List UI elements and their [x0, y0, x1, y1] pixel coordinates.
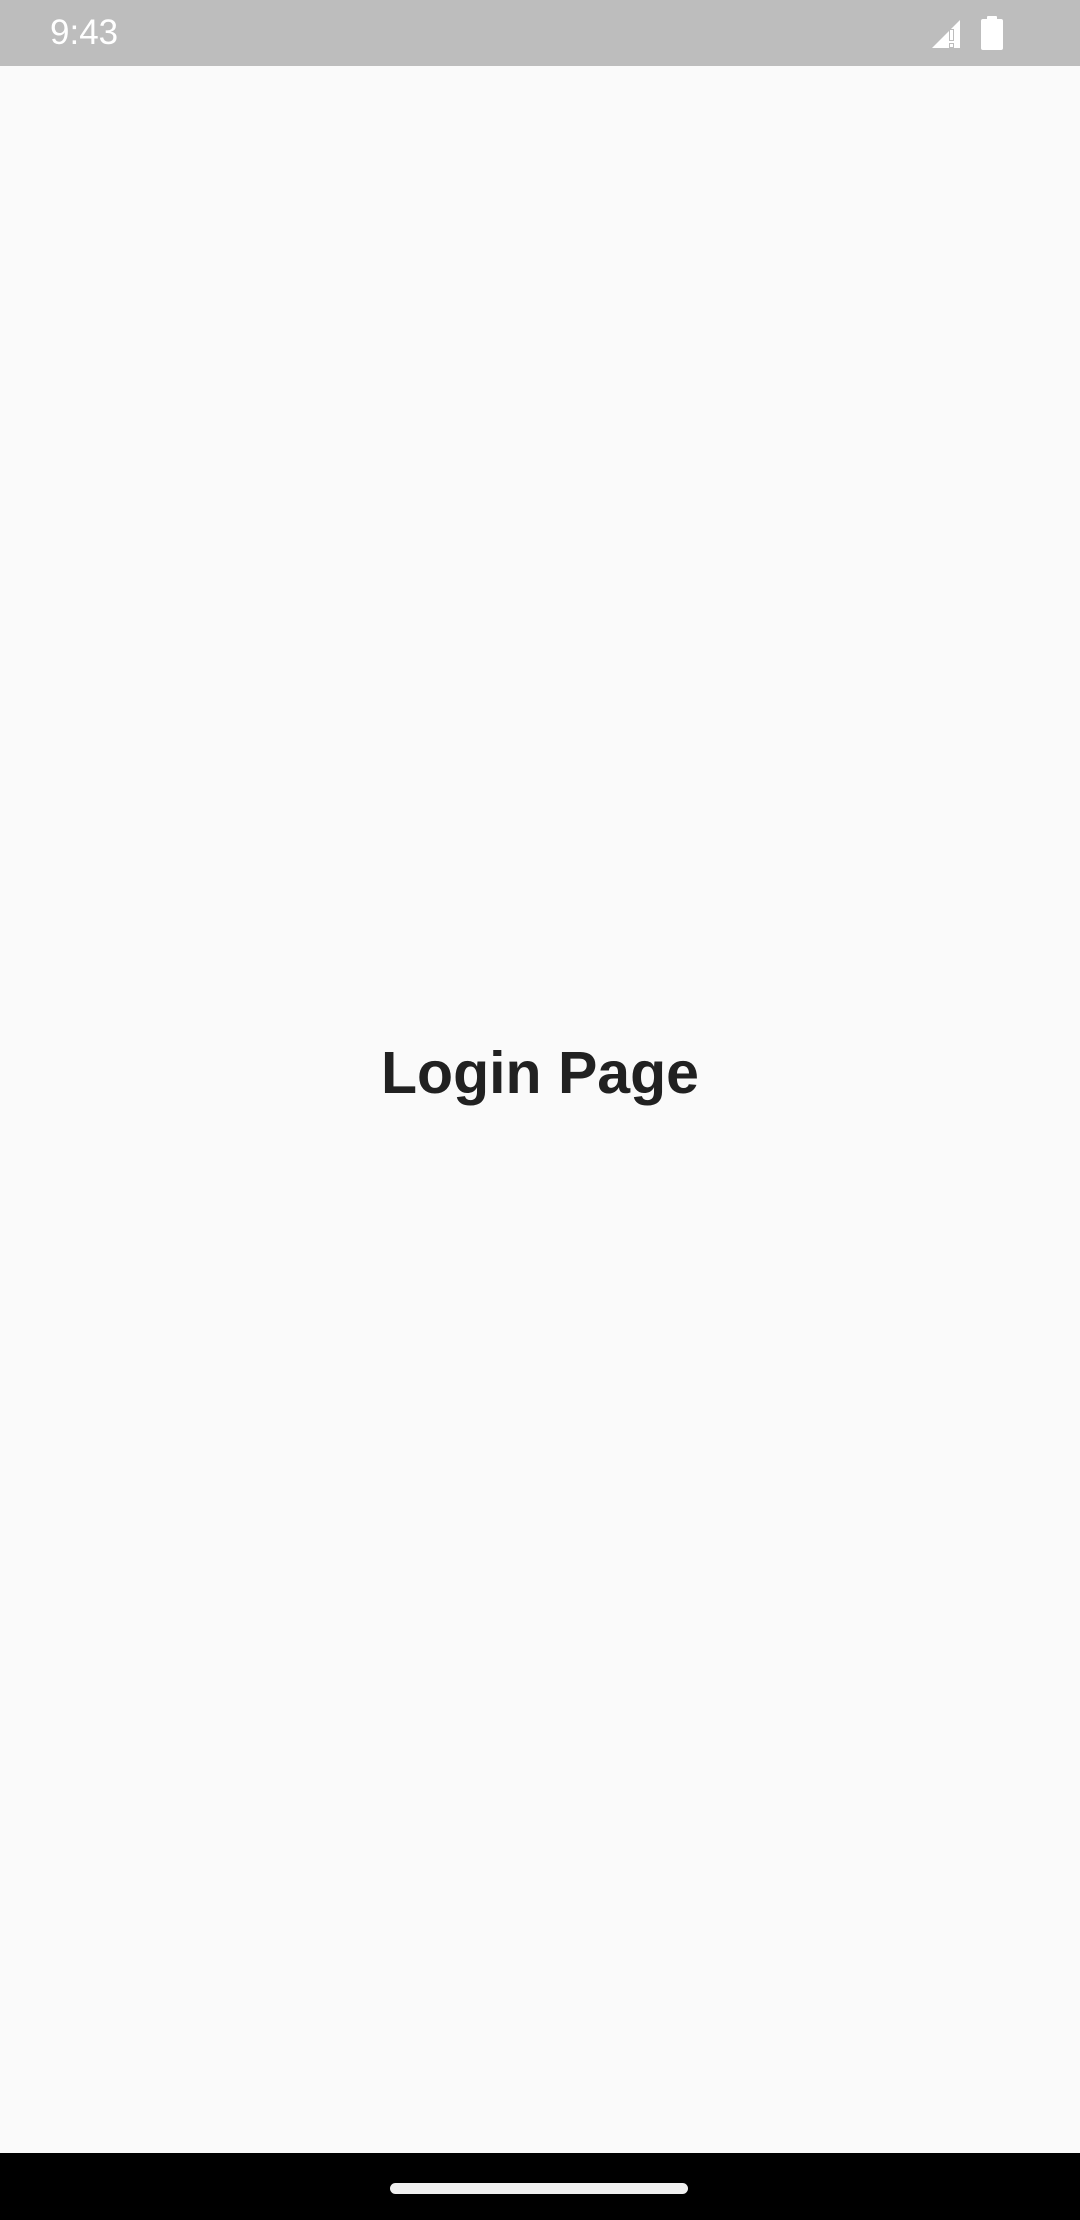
status-bar: 9:43: [0, 0, 1080, 66]
status-time: 9:43: [50, 13, 119, 52]
status-icons: [930, 16, 1004, 50]
page-title: Login Page: [381, 1040, 699, 1106]
login-page-content: Login Page: [0, 66, 1080, 2153]
home-gesture-handle[interactable]: [390, 2183, 688, 2194]
signal-icon: [930, 16, 964, 50]
battery-icon: [980, 16, 1004, 50]
navigation-bar: [0, 2153, 1080, 2220]
